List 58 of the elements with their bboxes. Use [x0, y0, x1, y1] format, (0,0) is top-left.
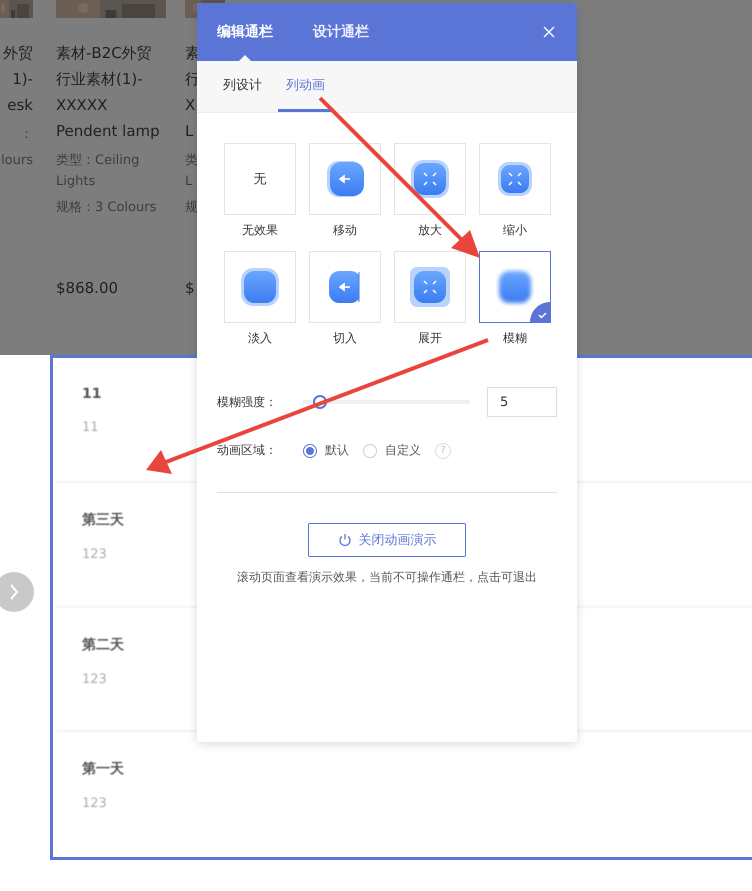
product-spec: 规格：3 Colours	[56, 199, 156, 217]
timeline-title: 第三天	[82, 510, 124, 529]
product-title: 1)-	[12, 69, 33, 90]
area-radio[interactable]: 自定义	[363, 442, 421, 459]
product-type: ：	[20, 126, 33, 144]
product-spec: 规	[185, 199, 198, 217]
product-type: Lights	[56, 173, 96, 191]
subtab[interactable]: 列设计	[215, 61, 270, 112]
fade-icon	[240, 267, 280, 307]
effect-label: 放大	[418, 222, 442, 239]
subtab[interactable]: 列动画	[278, 61, 333, 112]
close-icon	[541, 24, 557, 40]
header-tab[interactable]: 编辑通栏	[217, 3, 273, 61]
effect-label: 淡入	[248, 330, 272, 347]
product-title: XXXXX	[56, 95, 108, 116]
effect-option[interactable]: 无	[224, 143, 296, 215]
effect-label: 无效果	[242, 222, 278, 239]
product-type: L	[185, 173, 192, 191]
effect-label: 切入	[333, 330, 357, 347]
effect-label: 移动	[333, 222, 357, 239]
product-title: 外贸	[3, 43, 33, 64]
timeline-subtitle: 123	[82, 546, 107, 562]
shrink-icon	[495, 159, 535, 199]
timeline-subtitle: 123	[82, 796, 107, 812]
product-title: X	[185, 95, 196, 116]
power-icon	[338, 533, 352, 547]
product-title: 素材-B2C外贸	[56, 43, 152, 64]
product-price: $868.00	[56, 279, 118, 297]
product-title: esk	[7, 95, 33, 116]
chevron-right-icon	[9, 583, 19, 601]
product-title: 行业素材(1)-	[56, 69, 143, 90]
demo-toggle-button[interactable]: 关闭动画演示	[308, 523, 466, 557]
check-icon	[530, 302, 550, 322]
timeline-title: 11	[82, 386, 102, 402]
effect-label: 模糊	[503, 330, 527, 347]
product-type: 类	[185, 152, 198, 170]
product-title: L	[185, 121, 194, 142]
close-button[interactable]	[541, 24, 557, 40]
expand-icon	[410, 159, 450, 199]
unfold-icon	[410, 267, 450, 307]
product-title: Pendent lamp	[56, 121, 160, 142]
header-tab[interactable]: 设计通栏	[313, 3, 369, 61]
timeline-title: 第二天	[82, 636, 124, 654]
timeline-title: 第一天	[82, 760, 124, 778]
effect-label: 展开	[418, 330, 442, 347]
timeline-subtitle: 11	[82, 420, 99, 435]
area-radio[interactable]: 默认	[303, 442, 349, 459]
strength-label: 模糊强度：	[217, 394, 278, 410]
effect-label: 缩小	[503, 222, 527, 239]
effect-option[interactable]	[479, 251, 551, 323]
timeline-subtitle: 123	[82, 672, 107, 686]
hint-text: 滚动页面查看演示效果，当前不可操作通栏，点击可退出	[237, 569, 537, 586]
product-type: 类型：Ceiling	[56, 152, 140, 170]
product-price: $	[185, 279, 195, 297]
product-spec: lours	[1, 152, 33, 170]
strength-input[interactable]: 5	[487, 387, 557, 417]
move-icon	[325, 159, 365, 199]
area-label: 动画区域：	[217, 442, 278, 459]
